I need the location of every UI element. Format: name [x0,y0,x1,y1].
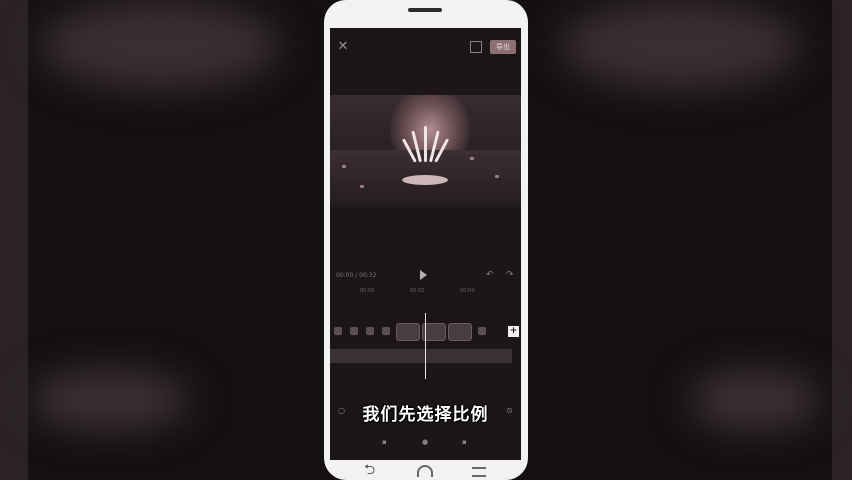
close-icon[interactable]: ✕ [336,40,350,54]
phone-speaker [408,8,442,12]
toolbar-icon[interactable]: ▪ [382,438,387,446]
track-icon[interactable] [478,327,486,335]
toolbar-icon[interactable]: ▪ [462,438,467,446]
redo-icon[interactable]: ↷ [506,270,514,280]
video-preview[interactable] [330,95,521,207]
ruler-tick: 00:00 [360,288,375,294]
undo-icon[interactable]: ↶ [486,270,494,280]
track-icon[interactable] [366,327,374,335]
home-icon[interactable] [417,465,433,477]
video-clip[interactable] [396,323,420,341]
background-blob [690,370,820,430]
fountain-jet [424,126,427,162]
menu-icon[interactable] [472,467,486,477]
track-icon[interactable] [350,327,358,335]
subtitle-caption: 我们先选择比例 [362,405,489,425]
ground-light [495,175,499,178]
editor-screen: ✕ 导出 00:00 / 00:32 ↶ ↷ 00:00 00:02 00:04 [330,28,521,460]
ground-light [342,165,346,168]
track-icon[interactable] [382,327,390,335]
bottom-toolbar: ▪ ● ▪ [330,436,521,450]
play-icon[interactable] [420,270,427,280]
video-clip[interactable] [448,323,472,341]
background-blob [30,370,190,430]
ground-light [470,157,474,160]
timecode: 00:00 / 00:32 [336,272,377,279]
playback-controls: 00:00 / 00:32 ↶ ↷ 00:00 00:02 00:04 [330,268,521,298]
back-icon[interactable]: ⮌ [364,462,375,478]
fullscreen-icon[interactable] [470,41,482,53]
plus-icon[interactable]: + [508,326,519,337]
ruler-tick: 00:02 [410,288,425,294]
background-edge-right [832,0,852,480]
track-icon[interactable] [334,327,342,335]
background-blob [560,0,800,90]
ground-light [360,185,364,188]
playhead[interactable] [425,313,426,379]
android-navbar: ⮌ [330,462,521,480]
background-blob [40,0,280,90]
toolbar-icon[interactable]: ● [422,438,428,446]
fountain-basin [402,175,448,185]
background-edge-left [0,0,28,480]
ruler-tick: 00:04 [460,288,475,294]
audio-track[interactable] [330,349,512,363]
editor-topbar: ✕ 导出 [330,28,521,68]
export-button[interactable]: 导出 [490,40,516,54]
